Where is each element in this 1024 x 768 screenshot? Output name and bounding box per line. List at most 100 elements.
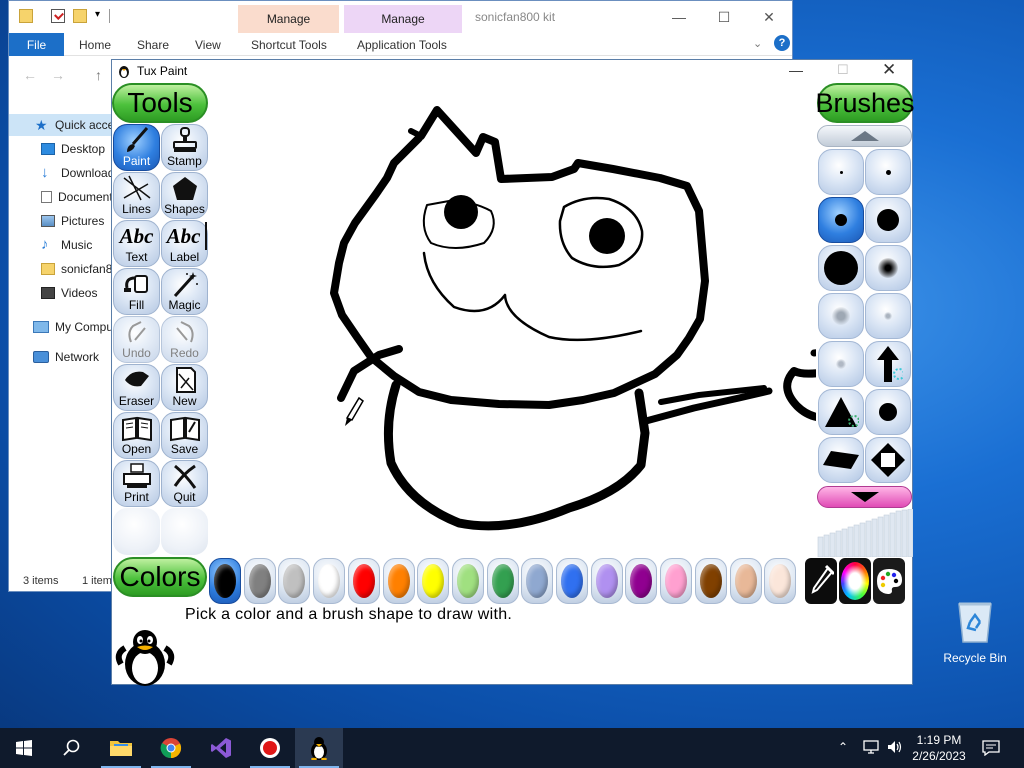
- drawing-canvas[interactable]: [209, 83, 816, 557]
- open-tool-button[interactable]: Open: [113, 412, 160, 459]
- tab-home[interactable]: Home: [79, 33, 111, 56]
- brush-small-dot[interactable]: [865, 149, 911, 195]
- brush-scroll-down-button[interactable]: [817, 486, 912, 508]
- color-swatch-13[interactable]: [625, 558, 658, 604]
- color-swatch-11[interactable]: [556, 558, 588, 604]
- tab-application-tools[interactable]: Application Tools: [357, 33, 447, 56]
- color-swatch-2[interactable]: [243, 558, 276, 604]
- color-swatch-7[interactable]: [417, 558, 450, 604]
- shapes-tool-button[interactable]: Shapes: [161, 172, 208, 219]
- brush-large-dot[interactable]: [865, 197, 911, 243]
- taskbar-tux-paint[interactable]: [295, 728, 343, 768]
- show-hidden-icons-chevron[interactable]: ⌃: [838, 740, 848, 754]
- expand-ribbon-icon[interactable]: ⌄: [753, 37, 762, 50]
- search-button[interactable]: [48, 728, 96, 768]
- nav-item-videos[interactable]: Videos: [9, 282, 113, 304]
- color-swatch-8[interactable]: [451, 558, 484, 604]
- brush-diamond-outline[interactable]: [865, 437, 911, 483]
- save-tool-button[interactable]: Save: [161, 412, 208, 459]
- minimize-button[interactable]: —: [664, 7, 694, 27]
- notification-center-icon[interactable]: [982, 740, 1000, 756]
- tux-paint-titlebar[interactable]: Tux Paint — ☐ ✕: [112, 60, 912, 82]
- quit-tool-button[interactable]: Quit: [161, 460, 208, 507]
- brush-soft-medium[interactable]: [818, 293, 864, 339]
- forward-arrow-icon[interactable]: →: [51, 67, 65, 83]
- color-swatch-1[interactable]: [209, 558, 241, 604]
- nav-item-downloads[interactable]: ↓ Downloads: [9, 162, 113, 184]
- taskbar-chrome[interactable]: [147, 728, 195, 768]
- color-swatch-15[interactable]: [694, 558, 727, 604]
- explorer-titlebar[interactable]: ▾ Manage Manage sonicfan800 kit — ☐ ✕: [9, 1, 792, 33]
- nav-item-music[interactable]: ♪ Music: [9, 234, 113, 256]
- color-swatch-5[interactable]: [347, 558, 380, 604]
- nav-item-folder[interactable]: sonicfan800 kit: [9, 258, 113, 280]
- tab-file[interactable]: File: [9, 33, 64, 56]
- print-tool-button[interactable]: Print: [113, 460, 160, 507]
- nav-item-documents[interactable]: Documents: [9, 186, 113, 208]
- back-arrow-icon[interactable]: ←: [23, 67, 37, 83]
- eraser-tool-button[interactable]: Eraser: [113, 364, 160, 411]
- label-tool-button[interactable]: Abc Label: [161, 220, 208, 267]
- color-swatch-3[interactable]: [278, 558, 311, 604]
- color-swatch-6[interactable]: [382, 558, 415, 604]
- nav-item-quick-access[interactable]: ★ Quick access: [9, 114, 113, 136]
- stamp-tool-button[interactable]: Stamp: [161, 124, 208, 171]
- nav-item-desktop[interactable]: Desktop: [9, 138, 113, 160]
- tab-view[interactable]: View: [195, 33, 221, 56]
- close-button[interactable]: ✕: [754, 7, 784, 27]
- color-swatch-9[interactable]: [486, 558, 519, 604]
- network-tray-icon[interactable]: [862, 739, 880, 755]
- maximize-button[interactable]: ☐: [709, 7, 739, 27]
- text-tool-button[interactable]: Abc Text: [113, 220, 160, 267]
- nav-item-my-computer[interactable]: My Computer: [9, 316, 113, 338]
- properties-checkbox-icon[interactable]: [51, 9, 65, 23]
- new-folder-icon[interactable]: [73, 9, 87, 23]
- brush-triangle[interactable]: [818, 389, 864, 435]
- taskbar-file-explorer[interactable]: [97, 728, 145, 768]
- close-button[interactable]: ✕: [882, 60, 896, 80]
- color-picker-dropper-button[interactable]: [805, 558, 837, 604]
- color-swatch-4[interactable]: [313, 558, 346, 604]
- brush-round-splat[interactable]: [865, 389, 911, 435]
- color-palette-button[interactable]: [873, 558, 905, 604]
- magic-tool-button[interactable]: Magic: [161, 268, 208, 315]
- nav-item-pictures[interactable]: Pictures: [9, 210, 113, 232]
- tool-label: Stamp: [167, 154, 202, 168]
- lines-tool-button[interactable]: Lines: [113, 172, 160, 219]
- volume-tray-icon[interactable]: [886, 739, 904, 755]
- recycle-bin-shortcut[interactable]: Recycle Bin: [942, 600, 1008, 665]
- tab-shortcut-tools[interactable]: Shortcut Tools: [251, 33, 327, 56]
- color-swatch-10[interactable]: [521, 558, 554, 604]
- brush-soft-tiny[interactable]: [818, 341, 864, 387]
- taskbar-clock[interactable]: 1:19 PM 2/26/2023: [906, 732, 972, 764]
- maximize-button[interactable]: ☐: [837, 62, 849, 78]
- up-arrow-icon[interactable]: ↑: [95, 67, 102, 83]
- brush-diamond-flat[interactable]: [818, 437, 864, 483]
- brush-fuzzy-dot[interactable]: [865, 245, 911, 291]
- tab-share[interactable]: Share: [137, 33, 169, 56]
- paint-tool-button[interactable]: Paint: [113, 124, 160, 171]
- taskbar-screen-recorder[interactable]: [246, 728, 294, 768]
- redo-tool-button[interactable]: Redo: [161, 316, 208, 363]
- quick-access-dropdown-icon[interactable]: ▾: [95, 9, 100, 20]
- brush-medium-dot[interactable]: [818, 197, 864, 243]
- minimize-button[interactable]: —: [789, 62, 803, 78]
- color-swatch-14[interactable]: [660, 558, 693, 604]
- start-button[interactable]: [0, 728, 48, 768]
- color-swatch-16[interactable]: [729, 558, 762, 604]
- color-swatch-17[interactable]: [764, 558, 797, 604]
- brush-size-slider[interactable]: [817, 509, 913, 557]
- undo-tool-button[interactable]: Undo: [113, 316, 160, 363]
- brush-arrow[interactable]: [865, 341, 911, 387]
- color-swatch-12[interactable]: [590, 558, 623, 604]
- brush-scroll-up-button[interactable]: [817, 125, 912, 147]
- brush-tiny-dot[interactable]: [818, 149, 864, 195]
- fill-tool-button[interactable]: Fill: [113, 268, 160, 315]
- nav-item-network[interactable]: Network: [9, 346, 113, 368]
- brush-soft-small[interactable]: [865, 293, 911, 339]
- taskbar-visual-studio[interactable]: [197, 728, 245, 768]
- help-button[interactable]: ?: [774, 35, 790, 51]
- color-mixer-button[interactable]: [839, 558, 871, 604]
- new-tool-button[interactable]: New: [161, 364, 208, 411]
- brush-huge-dot[interactable]: [818, 245, 864, 291]
